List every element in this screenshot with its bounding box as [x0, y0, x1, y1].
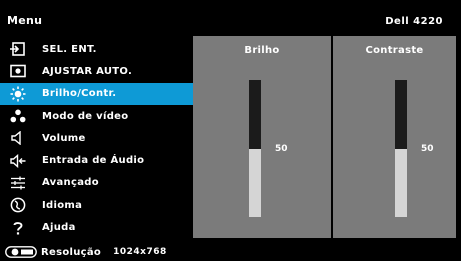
menu-item-label: Ajuda	[42, 222, 76, 234]
menu-item-help[interactable]: Ajuda	[0, 216, 193, 238]
menu-item-advanced[interactable]: Avançado	[0, 172, 193, 194]
resolution-value: 1024x768	[113, 247, 167, 257]
contrast-value: 50	[421, 144, 434, 154]
osd-menu: Menu Dell 4220 SEL. ENT. AJUSTAR AUTO. B…	[0, 0, 461, 261]
menu-title: Menu	[7, 14, 43, 27]
video-mode-icon	[7, 108, 29, 124]
menu-item-label: Avançado	[42, 177, 99, 189]
language-icon	[7, 197, 29, 213]
osd-header: Menu Dell 4220	[0, 0, 461, 36]
menu-item-label: SEL. ENT.	[42, 43, 97, 55]
menu-item-label: AJUSTAR AUTO.	[42, 65, 133, 77]
contrast-slider[interactable]	[395, 80, 407, 217]
input-source-icon	[7, 41, 29, 57]
menu-item-label: Idioma	[42, 199, 83, 211]
contrast-slider-track-remaining	[395, 80, 407, 149]
menu-item-label: Volume	[42, 132, 86, 144]
contrast-column: Contraste 50	[333, 36, 456, 238]
model-name: Dell 4220	[385, 16, 443, 27]
menu-item-label: Brilho/Contr.	[42, 88, 117, 100]
auto-adjust-icon	[7, 63, 29, 79]
audio-input-icon	[7, 153, 29, 169]
menu-item-input-select[interactable]: SEL. ENT.	[0, 38, 193, 60]
menu-item-auto-adjust[interactable]: AJUSTAR AUTO.	[0, 60, 193, 82]
resolution-footer: Resolução 1024x768	[0, 244, 167, 260]
help-icon	[7, 220, 29, 236]
menu-list: SEL. ENT. AJUSTAR AUTO. Brilho/Contr. Mo…	[0, 38, 193, 239]
resolution-label: Resolução	[41, 246, 102, 258]
menu-item-label: Modo de vídeo	[42, 110, 129, 122]
menu-item-label: Entrada de Áudio	[42, 155, 145, 167]
contrast-title: Contraste	[365, 45, 424, 56]
settings-panel: Brilho 50 Contraste 50	[193, 36, 456, 238]
menu-item-video-mode[interactable]: Modo de vídeo	[0, 105, 193, 127]
menu-item-brightness-contrast[interactable]: Brilho/Contr.	[0, 82, 193, 105]
brightness-icon	[7, 86, 29, 102]
menu-item-audio-input[interactable]: Entrada de Áudio	[0, 149, 193, 171]
brightness-value: 50	[275, 144, 288, 154]
display-icon	[5, 246, 39, 258]
volume-icon	[7, 130, 29, 146]
brightness-slider[interactable]	[249, 80, 261, 217]
brightness-column: Brilho 50	[193, 36, 331, 238]
advanced-settings-icon	[7, 175, 29, 191]
brightness-slider-track-remaining	[249, 80, 261, 149]
menu-item-volume[interactable]: Volume	[0, 127, 193, 149]
menu-item-language[interactable]: Idioma	[0, 194, 193, 216]
brightness-title: Brilho	[244, 45, 280, 56]
